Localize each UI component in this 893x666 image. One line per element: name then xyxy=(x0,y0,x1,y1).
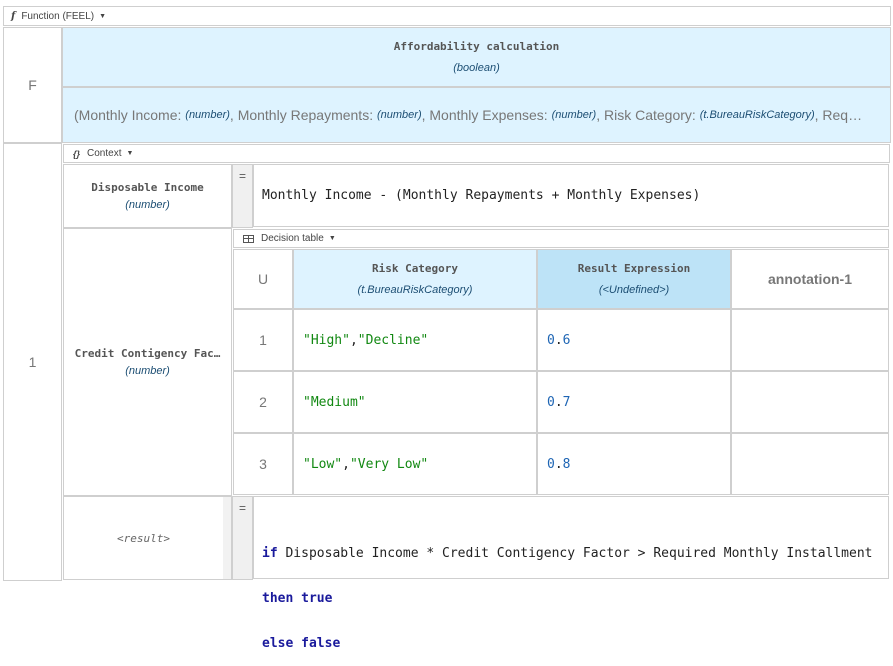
context-kind-selector[interactable]: {} Context ▼ xyxy=(63,144,890,163)
annotation-column-header[interactable]: annotation-1 xyxy=(731,249,889,309)
result-line-2: then true xyxy=(262,591,333,606)
expression-text: Monthly Income - (Monthly Repayments + M… xyxy=(262,188,701,203)
result-resize-strip[interactable] xyxy=(223,497,231,579)
context-row-label: 1 xyxy=(3,143,62,581)
result-line-1: if Disposable Income * Credit Contigency… xyxy=(262,546,873,561)
rule-number: 1 xyxy=(233,309,293,371)
decision-table-kind-selector[interactable]: Decision table ▼ xyxy=(233,229,889,248)
input-column-header[interactable]: Risk Category (t.BureauRiskCategory) xyxy=(293,249,537,309)
hit-policy-cell[interactable]: U xyxy=(233,249,293,309)
parameter-name: Risk Category xyxy=(603,107,692,123)
function-name-header[interactable]: Affordability calculation (boolean) xyxy=(62,27,891,87)
output-column-header[interactable]: Result Expression (<Undefined>) xyxy=(537,249,731,309)
function-row-label: F xyxy=(3,27,62,143)
function-kind-label: Function (FEEL) xyxy=(21,10,95,22)
entry-type: (number) xyxy=(125,365,170,377)
rule-input-cell[interactable]: "High", "Decline" xyxy=(293,309,537,371)
equals-gutter: = xyxy=(232,496,253,580)
function-name: Affordability calculation xyxy=(393,40,560,53)
context-result-label: <result> xyxy=(63,496,232,580)
table-icon xyxy=(243,234,254,243)
context-entry-name-disposable-income[interactable]: Disposable Income (number) xyxy=(63,164,232,228)
rule-number: 2 xyxy=(233,371,293,433)
rule-annotation-cell[interactable] xyxy=(731,371,889,433)
parameter-type: (number) xyxy=(376,109,422,121)
context-entry-name-credit-contigency-factor[interactable]: Credit Contigency Fac… (number) xyxy=(63,228,232,496)
rule-output-cell[interactable]: 0.8 xyxy=(537,433,731,495)
column-type: (<Undefined>) xyxy=(598,284,670,296)
context-kind-label: Context xyxy=(87,148,122,159)
entry-type: (number) xyxy=(125,199,170,211)
column-name: Risk Category xyxy=(371,262,459,275)
entry-name: Disposable Income xyxy=(91,181,204,194)
parameter-type: (t.BureauRiskCategory) xyxy=(699,109,815,121)
result-label-text: <result> xyxy=(117,531,170,545)
parameter-type: (number) xyxy=(551,109,597,121)
result-line-3: else false xyxy=(262,636,341,651)
parameter-type: (number) xyxy=(185,109,230,121)
row-label-text: 1 xyxy=(28,354,37,370)
rule-number: 3 xyxy=(233,433,293,495)
disposable-income-expression[interactable]: Monthly Income - (Monthly Repayments + M… xyxy=(253,164,889,227)
rule-input-cell[interactable]: "Medium" xyxy=(293,371,537,433)
parameter-overflow: Req… xyxy=(822,107,863,123)
function-return-type: (boolean) xyxy=(453,62,500,74)
equals-gutter: = xyxy=(232,164,253,228)
parameter-name: Monthly Expenses xyxy=(429,107,544,123)
column-type: (t.BureauRiskCategory) xyxy=(357,284,473,296)
rule-annotation-cell[interactable] xyxy=(731,309,889,371)
hit-policy-text: U xyxy=(257,271,269,287)
rule-annotation-cell[interactable] xyxy=(731,433,889,495)
rule-output-cell[interactable]: 0.6 xyxy=(537,309,731,371)
function-icon: f xyxy=(11,10,16,22)
parameter-name: Monthly Income xyxy=(78,107,178,123)
row-label-text: F xyxy=(28,77,37,93)
annotation-name: annotation-1 xyxy=(768,271,852,287)
column-name: Result Expression xyxy=(577,262,691,275)
entry-name: Credit Contigency Fac… xyxy=(74,347,221,360)
chevron-down-icon: ▼ xyxy=(126,150,134,157)
rule-output-cell[interactable]: 0.7 xyxy=(537,371,731,433)
function-parameters[interactable]: ( Monthly Income: (number), Monthly Repa… xyxy=(62,87,891,143)
decision-table-kind-label: Decision table xyxy=(261,233,324,244)
parameter-name: Monthly Repayments xyxy=(237,107,370,123)
function-kind-selector[interactable]: f Function (FEEL) ▼ xyxy=(3,6,891,26)
context-icon: {} xyxy=(73,148,81,159)
result-expression[interactable]: if Disposable Income * Credit Contigency… xyxy=(253,496,889,651)
chevron-down-icon: ▼ xyxy=(99,12,107,20)
rule-input-cell[interactable]: "Low", "Very Low" xyxy=(293,433,537,495)
chevron-down-icon: ▼ xyxy=(328,235,336,242)
